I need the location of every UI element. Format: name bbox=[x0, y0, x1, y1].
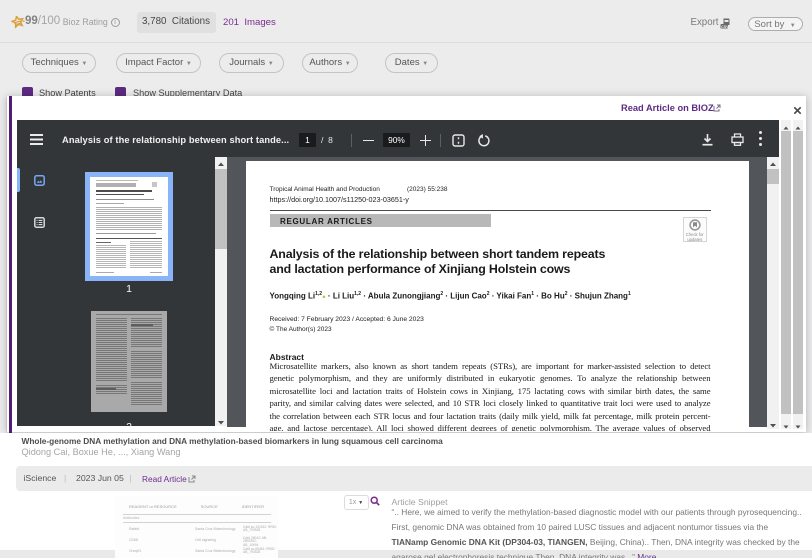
svg-text:CSV: CSV bbox=[721, 25, 729, 29]
